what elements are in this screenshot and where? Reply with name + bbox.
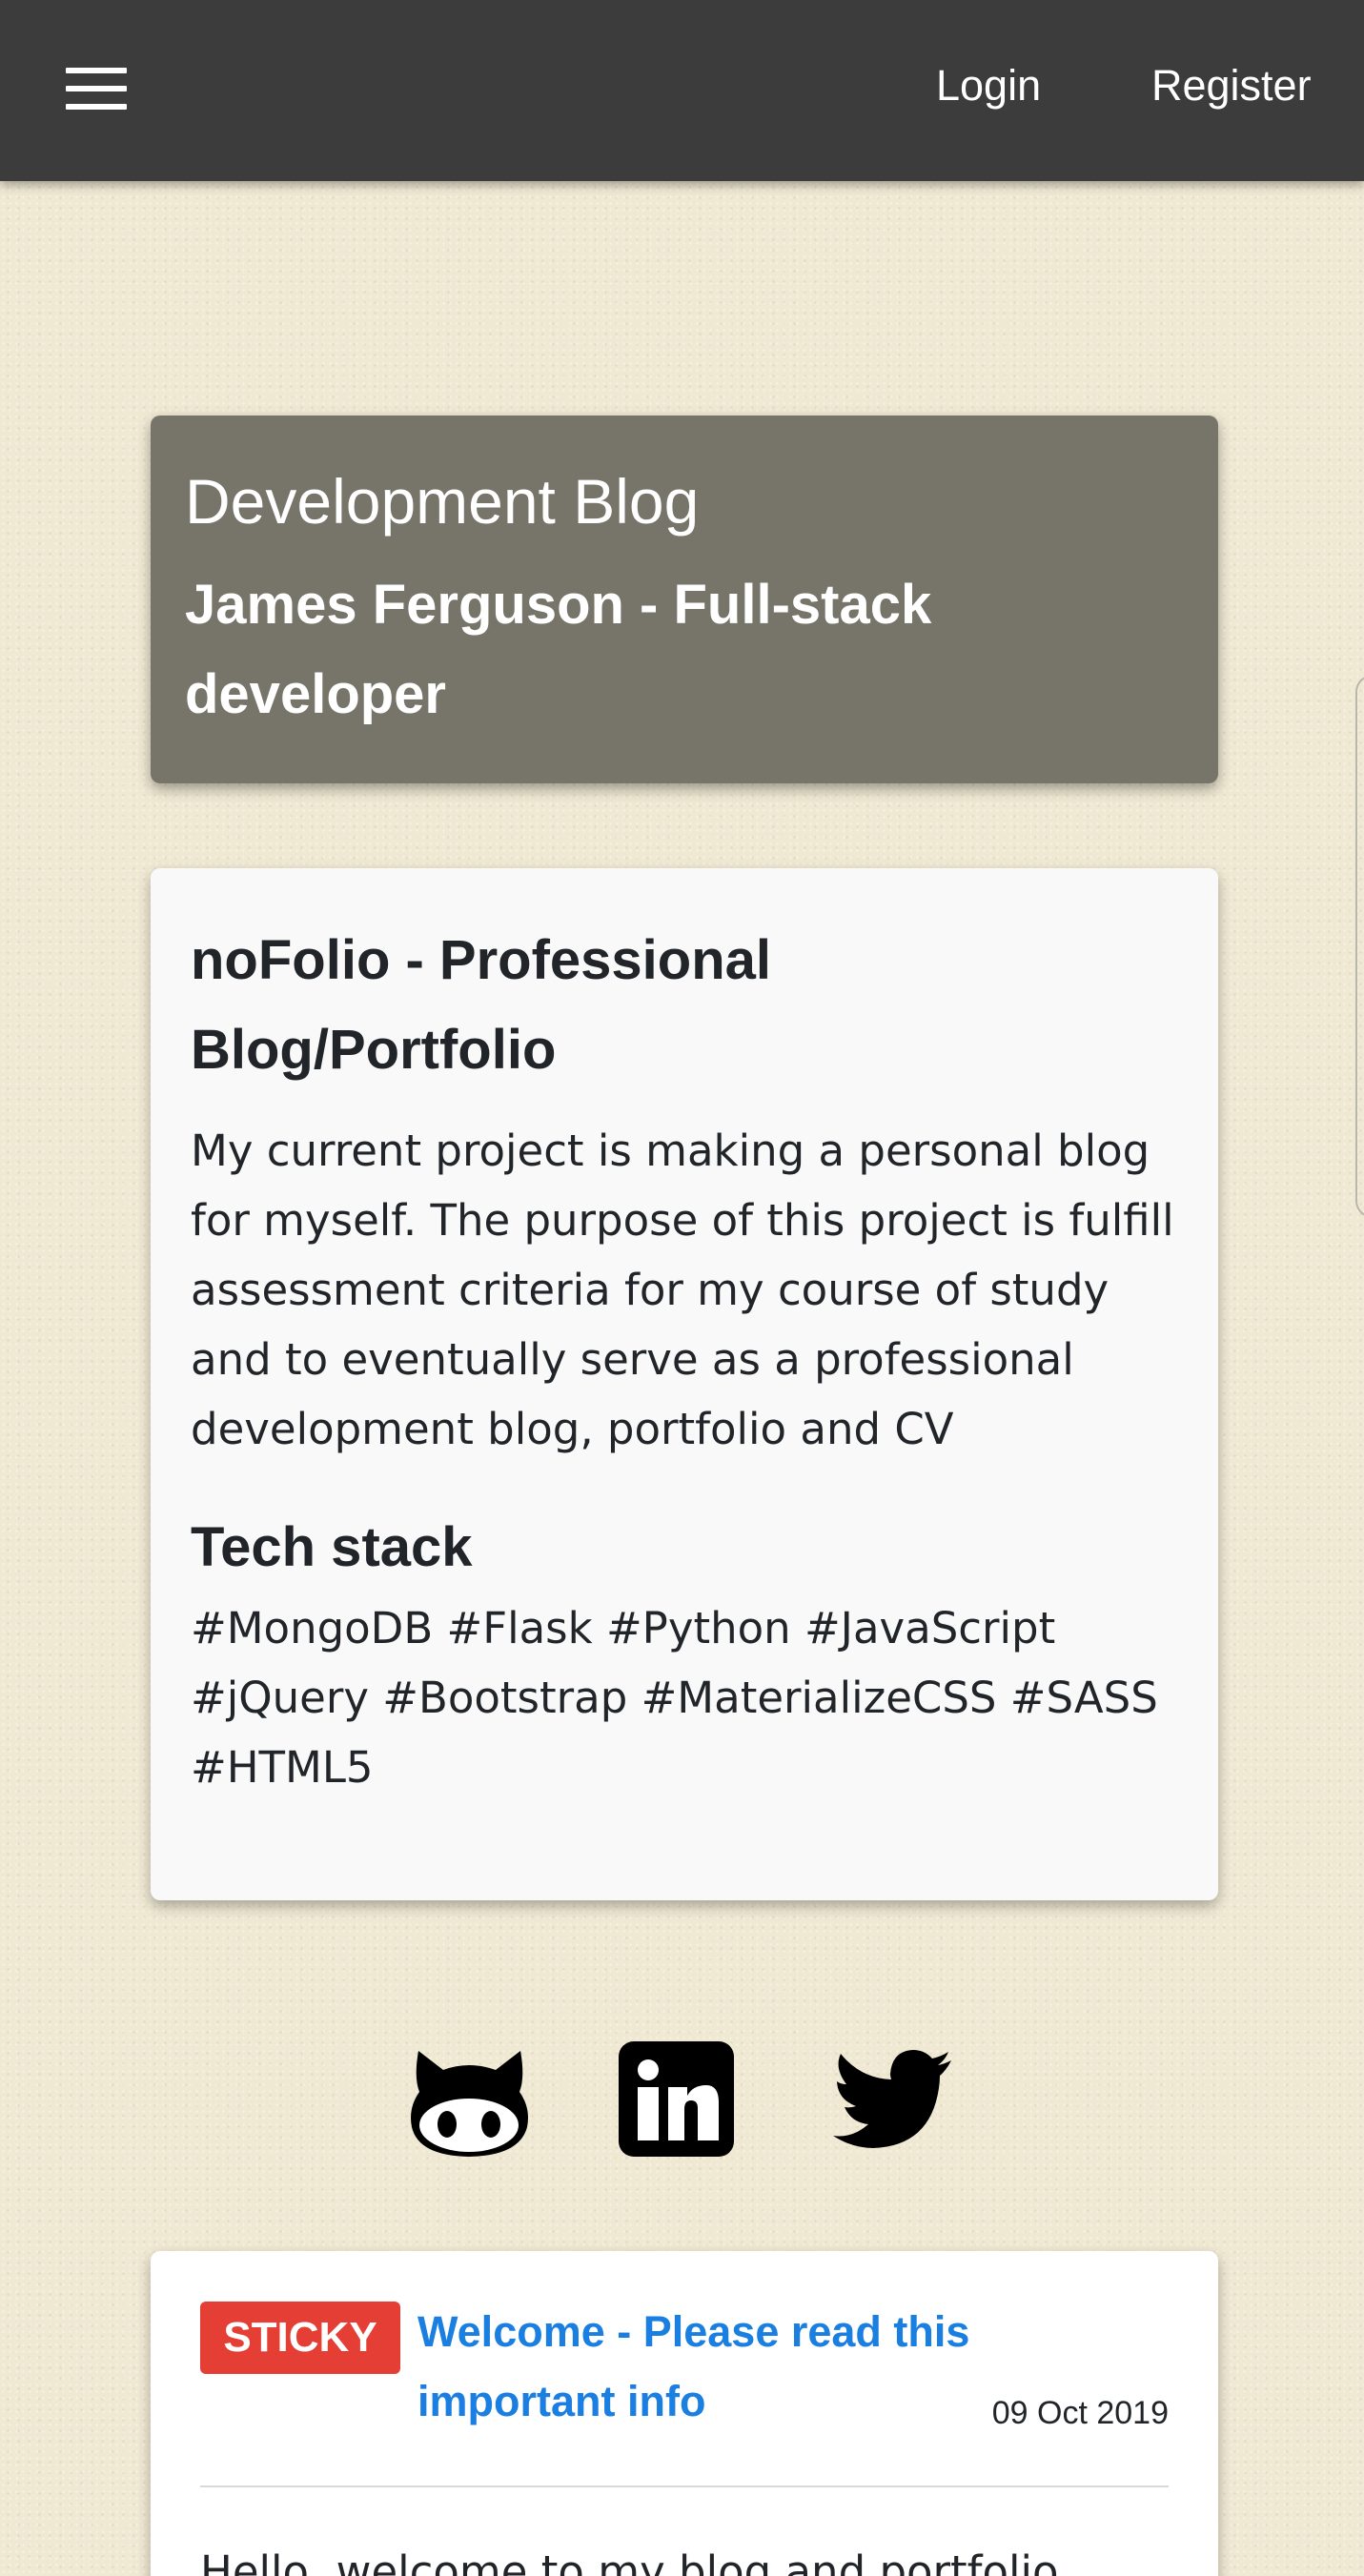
linkedin-icon[interactable] (617, 2039, 736, 2159)
login-link[interactable]: Login (936, 57, 1041, 114)
post-title-link[interactable]: Welcome - Please read this important inf… (417, 2297, 1008, 2436)
page-title: Development Blog (185, 466, 700, 537)
sticky-badge: STICKY (200, 2302, 400, 2374)
register-link[interactable]: Register (1151, 57, 1312, 114)
post-date: 09 Oct 2019 (991, 2395, 1169, 2431)
github-icon[interactable] (405, 2039, 534, 2159)
post-excerpt: Hello, welcome to my blog and portfolio (200, 2546, 1059, 2576)
hamburger-bar (66, 86, 127, 91)
project-title: noFolio - Professional Blog/Portfolio (191, 929, 772, 1081)
blog-header-card: Development Blog James Ferguson - Full-s… (151, 416, 1218, 783)
hamburger-bar (66, 68, 127, 73)
page-subtitle: James Ferguson - Full-stack developer (185, 574, 932, 725)
post-divider (200, 2485, 1169, 2487)
twitter-icon[interactable] (831, 2047, 953, 2152)
hamburger-bar (66, 104, 127, 110)
side-drawer-handle[interactable] (1355, 675, 1364, 1218)
tech-stack-tags: #MongoDB #Flask #Python #JavaScript #jQu… (191, 1603, 1158, 1793)
hamburger-menu-icon[interactable] (66, 68, 127, 110)
twitter-bird-shape (833, 2050, 951, 2148)
tech-stack-heading: Tech stack (191, 1516, 473, 1578)
post-card: STICKY Welcome - Please read this import… (151, 2251, 1218, 2576)
linkedin-logo-shape (619, 2041, 734, 2157)
github-octocat-shape (411, 2051, 528, 2157)
top-navbar: Login Register (0, 0, 1364, 181)
current-project-card: noFolio - Professional Blog/Portfolio My… (151, 868, 1218, 1900)
project-description: My current project is making a personal … (191, 1126, 1174, 1454)
